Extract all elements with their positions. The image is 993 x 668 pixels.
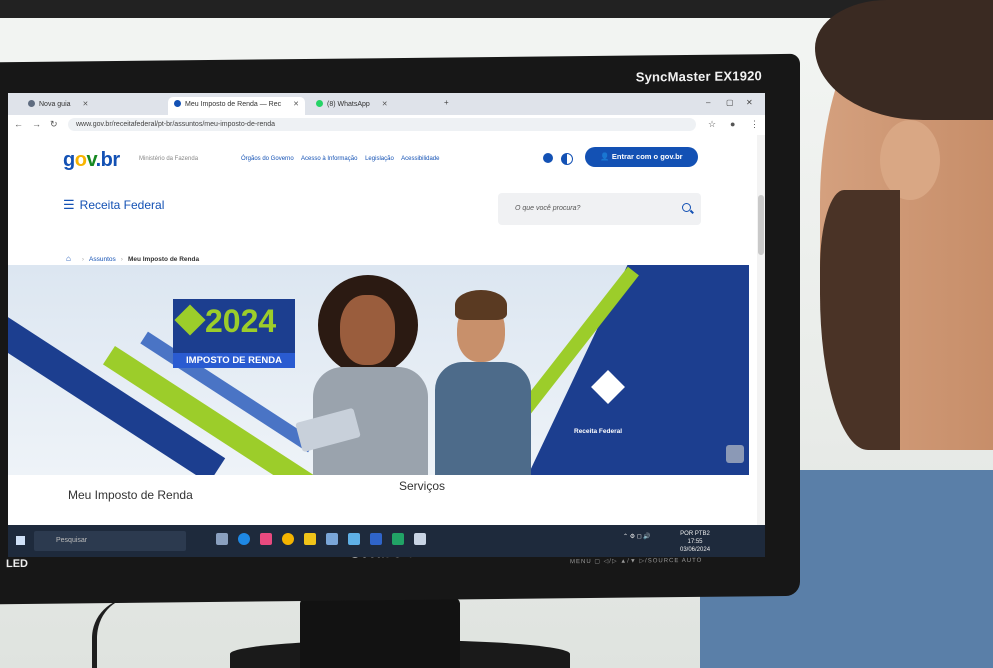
logo-part: .br bbox=[95, 149, 121, 171]
forward-icon[interactable]: → bbox=[32, 119, 41, 129]
chrome-icon[interactable] bbox=[282, 533, 294, 545]
windows-taskbar: Pesquisar ⌃ ⚙ ◻ 🔊 POR PTB2 17:55 03/06/2… bbox=[8, 525, 765, 557]
year-badge: 2024 bbox=[173, 299, 295, 353]
search-icon[interactable] bbox=[682, 203, 691, 212]
address-bar-row: ← → ↻ www.gov.br/receitafederal/pt-br/as… bbox=[8, 115, 765, 136]
person-ear bbox=[880, 120, 940, 200]
logo-part: o bbox=[74, 149, 87, 171]
globe-icon bbox=[28, 100, 35, 107]
close-tab-icon[interactable]: ✕ bbox=[382, 101, 388, 108]
user-icon: 👤 bbox=[600, 152, 612, 161]
breadcrumb-current: Meu Imposto de Renda bbox=[127, 256, 200, 263]
scroll-thumb[interactable] bbox=[758, 195, 764, 255]
taskbar-search-input[interactable]: Pesquisar bbox=[34, 531, 186, 551]
browser-tab-strip: Nova guia ✕ Meu Imposto de Renda — Rec ✕ (… bbox=[8, 93, 765, 115]
store-icon[interactable] bbox=[326, 533, 338, 545]
ministerio-label: Ministério da Fazenda bbox=[139, 156, 199, 162]
profile-icon[interactable]: ● bbox=[730, 119, 735, 129]
indesign-icon[interactable] bbox=[260, 533, 272, 545]
section-meu-imposto-de-renda[interactable]: Meu Imposto de Renda bbox=[68, 488, 193, 502]
back-icon[interactable]: ← bbox=[14, 119, 23, 129]
banner-photo-man bbox=[433, 290, 533, 475]
logo-part: g bbox=[63, 149, 75, 171]
taskbar-clock[interactable]: POR PTB2 17:55 03/06/2024 bbox=[680, 530, 710, 554]
accessibility-hand-icon[interactable] bbox=[726, 445, 744, 463]
link-acessibilidade[interactable]: Acessibilidade bbox=[401, 156, 439, 162]
close-tab-icon[interactable]: ✕ bbox=[293, 101, 299, 108]
monitor-controls-label: MENU ▢ ◁/▷ ▲/▼ ▷/SOURCE AUTO bbox=[570, 557, 703, 566]
hamburger-menu-icon[interactable]: ☰ bbox=[63, 197, 75, 213]
photoshop-icon[interactable] bbox=[370, 533, 382, 545]
excel-icon[interactable] bbox=[392, 533, 404, 545]
minimize-icon[interactable]: – bbox=[706, 98, 710, 107]
close-window-icon[interactable]: ✕ bbox=[746, 98, 753, 107]
login-govbr-button[interactable]: 👤 Entrar com o gov.br bbox=[585, 147, 698, 167]
bookmark-star-icon[interactable]: ☆ bbox=[708, 119, 716, 130]
receita-federal-logo-icon bbox=[588, 370, 628, 415]
receita-federal-label: Receita Federal bbox=[574, 428, 623, 435]
monitor-stand bbox=[300, 598, 460, 668]
system-tray[interactable]: ⌃ ⚙ ◻ 🔊 bbox=[623, 533, 651, 540]
web-page: gov.br Ministério da Fazenda Órgãos do G… bbox=[8, 135, 765, 525]
windows-start-icon[interactable] bbox=[16, 536, 25, 545]
receita-emblem-icon bbox=[174, 304, 206, 336]
task-view-icon[interactable] bbox=[216, 533, 228, 545]
edge-icon[interactable] bbox=[238, 533, 250, 545]
calculator-icon[interactable] bbox=[414, 533, 426, 545]
search-input[interactable]: O que você procura? bbox=[498, 193, 701, 225]
banner-subtitle: IMPOSTO DE RENDA bbox=[173, 353, 295, 368]
search-placeholder: O que você procura? bbox=[515, 205, 581, 212]
page-scrollbar[interactable] bbox=[757, 135, 765, 525]
banner-year: 2024 bbox=[205, 303, 277, 339]
tab-label: (8) WhatsApp bbox=[327, 101, 370, 108]
logo-part: v bbox=[86, 149, 96, 171]
link-legislacao[interactable]: Legislação bbox=[365, 156, 394, 162]
top-links: Órgãos do Governo Acesso à Informação Le… bbox=[241, 156, 445, 162]
home-icon[interactable]: ⌂ bbox=[66, 254, 71, 263]
link-acesso-informacao[interactable]: Acesso à Informação bbox=[301, 156, 357, 162]
contrast-icon[interactable] bbox=[561, 153, 573, 165]
cookies-icon[interactable] bbox=[543, 153, 553, 163]
file-explorer-icon[interactable] bbox=[304, 533, 316, 545]
reload-icon[interactable]: ↻ bbox=[50, 119, 58, 130]
receita-favicon-icon bbox=[174, 100, 181, 107]
url-input[interactable]: www.gov.br/receitafederal/pt-br/assuntos… bbox=[68, 118, 696, 131]
tab-label: Nova guia bbox=[39, 101, 71, 108]
menu-dots-icon[interactable]: ⋮ bbox=[750, 119, 759, 130]
settings-gear-icon[interactable] bbox=[348, 533, 360, 545]
tab-nova-guia[interactable]: Nova guia ✕ bbox=[22, 97, 94, 115]
clock-date: 03/06/2024 bbox=[680, 547, 711, 553]
tab-label: Meu Imposto de Renda — Rec bbox=[185, 101, 282, 108]
link-orgaos[interactable]: Órgãos do Governo bbox=[241, 156, 294, 162]
monitor-model-label: SyncMaster EX1920 bbox=[635, 68, 762, 85]
hero-banner[interactable]: 2024 IMPOSTO DE RENDA Receita Federal bbox=[8, 265, 749, 475]
maximize-icon[interactable]: ▢ bbox=[726, 98, 734, 107]
new-tab-icon[interactable]: + bbox=[444, 98, 449, 107]
govbr-logo[interactable]: gov.br bbox=[63, 149, 120, 172]
login-label: Entrar com o gov.br bbox=[611, 152, 683, 161]
clock-time: 17:55 bbox=[687, 539, 703, 545]
site-header: ☰ Receita Federal bbox=[63, 197, 164, 213]
site-title[interactable]: Receita Federal bbox=[80, 198, 165, 212]
breadcrumb-assuntos[interactable]: Assuntos bbox=[89, 256, 116, 263]
whatsapp-icon bbox=[316, 100, 323, 107]
screen: Nova guia ✕ Meu Imposto de Renda — Rec ✕ (… bbox=[8, 93, 765, 557]
led-label: LED bbox=[6, 557, 28, 571]
language-indicator: POR PTB2 bbox=[680, 531, 710, 537]
section-servicos[interactable]: Serviços bbox=[399, 479, 445, 493]
close-tab-icon[interactable]: ✕ bbox=[83, 101, 89, 108]
tab-whatsapp[interactable]: (8) WhatsApp ✕ bbox=[310, 97, 394, 115]
tab-meu-imposto[interactable]: Meu Imposto de Renda — Rec ✕ bbox=[168, 97, 305, 115]
breadcrumb: ⌂ › Assuntos › Meu Imposto de Renda bbox=[66, 254, 200, 263]
